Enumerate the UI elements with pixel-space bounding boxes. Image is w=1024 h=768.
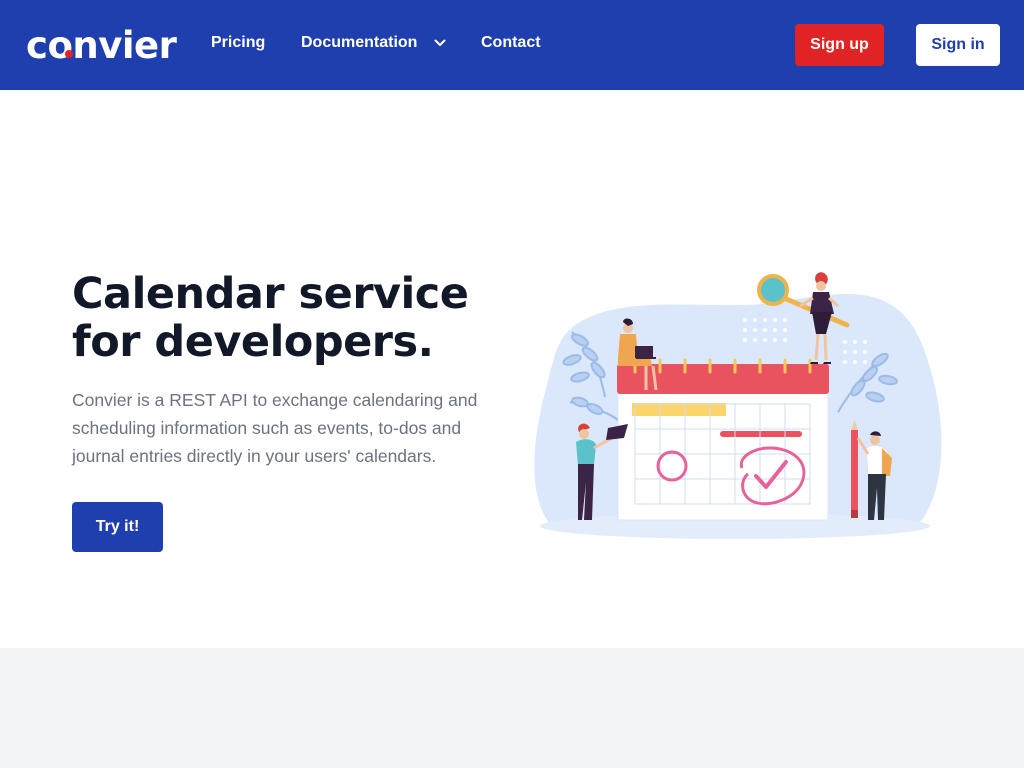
logo-text-rest: nvier: [72, 23, 177, 67]
calendar-icon: [617, 358, 829, 521]
logo-o: o: [47, 23, 74, 67]
nav-link-contact[interactable]: Contact: [481, 34, 541, 52]
try-it-button[interactable]: Try it!: [72, 502, 163, 552]
hero-description: Convier is a REST API to exchange calend…: [72, 390, 478, 466]
chevron-down-icon: [434, 39, 446, 46]
sign-in-button[interactable]: Sign in: [916, 24, 1000, 66]
logo-text-o: o: [47, 23, 73, 67]
hero-title-line-2: for developers.: [72, 317, 434, 367]
hero-title-line-1: Calendar service: [72, 269, 469, 319]
nav-link-documentation-label: Documentation: [301, 34, 418, 51]
calendar-illustration: [534, 272, 942, 539]
pencil-icon: [851, 420, 858, 518]
sign-up-button[interactable]: Sign up: [795, 24, 884, 66]
logo-text-c: c: [26, 23, 48, 67]
navbar: c o nvier Pricing Documentation Contact Si…: [0, 0, 1024, 90]
hero-title: Calendar service for developers.: [72, 269, 469, 367]
convier-logo[interactable]: c o nvier: [26, 22, 177, 68]
logo-dot-icon: [65, 49, 74, 58]
nav-link-pricing[interactable]: Pricing: [211, 34, 265, 52]
nav-link-documentation[interactable]: Documentation: [301, 34, 446, 52]
features-section-background: [0, 648, 1024, 768]
